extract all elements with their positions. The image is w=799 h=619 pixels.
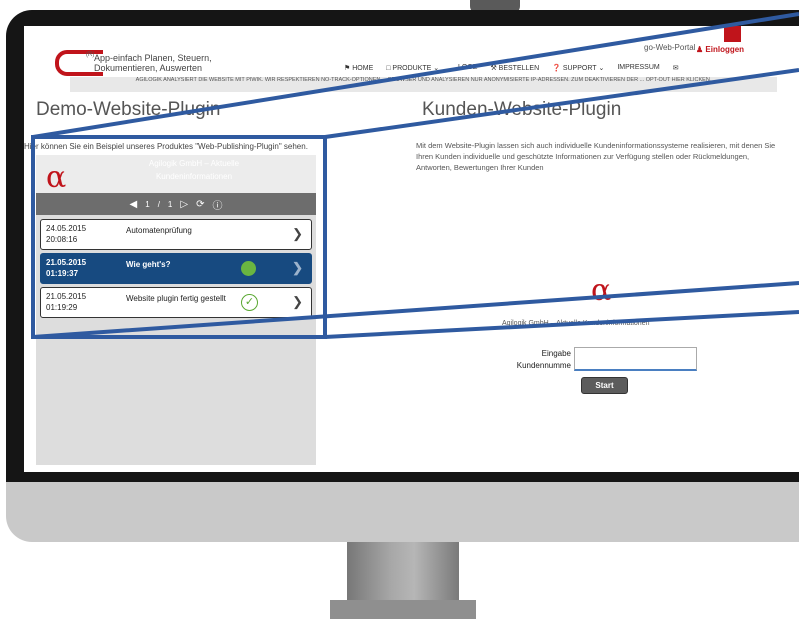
zoom-highlight-overlay <box>31 12 799 339</box>
highlight-frame <box>31 135 327 339</box>
zoom-line-bottom-right <box>324 310 799 339</box>
zoom-line-bottom-left <box>32 281 799 339</box>
zoom-line-top-left <box>32 12 799 139</box>
